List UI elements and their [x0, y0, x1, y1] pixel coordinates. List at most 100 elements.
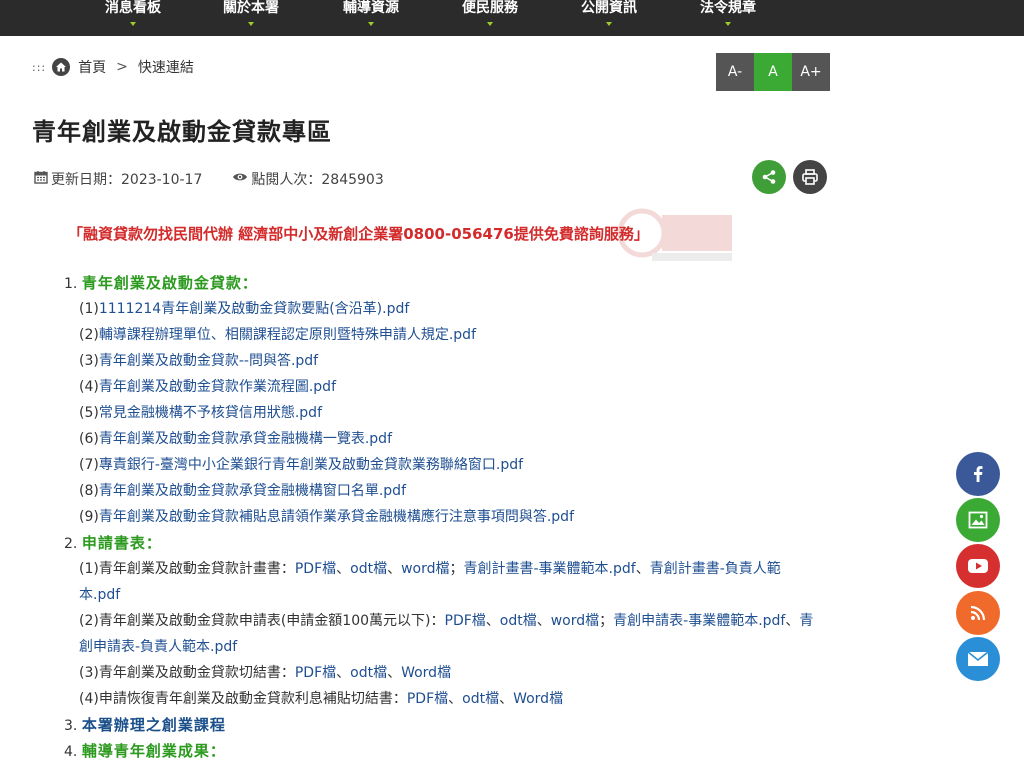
item-prefix: (3) — [79, 665, 99, 681]
pdf-link[interactable]: 青年創業及啟動金貸款作業流程圖.pdf — [99, 379, 336, 395]
nav-item-regulations[interactable]: 法令規章 — [683, 0, 773, 36]
facebook-button[interactable] — [956, 452, 1000, 496]
view-count-group: 點閱人次：2845903 — [232, 169, 384, 189]
nav-item-label: 公開資訊 — [581, 0, 637, 16]
mail-button[interactable] — [956, 637, 1000, 681]
photo-button[interactable] — [956, 498, 1000, 542]
pdf-link[interactable]: 青年創業及啟動金貸款承貸金融機構窗口名單.pdf — [99, 483, 406, 499]
section-number: 3. — [64, 718, 78, 734]
odt-link[interactable]: odt檔 — [500, 613, 537, 629]
chevron-down-icon — [606, 22, 612, 26]
nav-item-resources[interactable]: 輔導資源 — [326, 0, 416, 36]
section-number: 4. — [64, 744, 78, 760]
item-prefix: (2) — [79, 613, 99, 629]
pdf-link[interactable]: 常見金融機構不予核貸信用狀態.pdf — [99, 405, 322, 421]
rss-button[interactable] — [956, 591, 1000, 635]
separator: 、 — [635, 561, 650, 577]
list-item: (5)常見金融機構不予核貸信用狀態.pdf — [64, 400, 824, 426]
section-title: 申請書表： — [81, 534, 162, 552]
word-link[interactable]: Word檔 — [513, 691, 563, 707]
nav-item-label: 法令規章 — [700, 0, 756, 16]
section-title: 青年創業及啟動金貸款： — [81, 274, 258, 292]
updated-date: 更新日期：2023-10-17 — [51, 172, 203, 188]
item-prefix: (8) — [79, 483, 99, 499]
nav-item-label: 消息看板 — [105, 0, 161, 16]
font-size-small-button[interactable]: A- — [716, 53, 754, 91]
item-prefix: (4) — [79, 691, 99, 707]
nav-item-news[interactable]: 消息看板 — [88, 0, 178, 36]
word-link[interactable]: word檔 — [401, 561, 449, 577]
separator: 、 — [387, 561, 402, 577]
word-link[interactable]: word檔 — [551, 613, 599, 629]
item-text: 申請恢復青年創業及啟動金貸款利息補貼切結書： — [98, 691, 407, 707]
content-list: 1. 青年創業及啟動金貸款： (1)1111214青年創業及啟動金貸款要點(含沿… — [64, 270, 824, 764]
pdf-link[interactable]: PDF檔 — [295, 665, 336, 681]
nav-item-public-info[interactable]: 公開資訊 — [564, 0, 654, 36]
print-button[interactable] — [793, 160, 827, 194]
rss-icon — [970, 605, 986, 621]
top-nav: 消息看板 關於本署 輔導資源 便民服務 公開資訊 法令規章 — [0, 0, 1024, 36]
youtube-icon — [968, 559, 988, 573]
odt-link[interactable]: odt檔 — [350, 561, 387, 577]
pdf-link[interactable]: PDF檔 — [295, 561, 336, 577]
sample-link[interactable]: 青創計畫書-事業體範本.pdf — [464, 561, 636, 577]
separator: ； — [599, 613, 614, 629]
nav-item-label: 關於本署 — [223, 0, 279, 16]
separator: ； — [449, 561, 464, 577]
section-heading: 3. 本署辦理之創業課程 — [64, 712, 824, 738]
pdf-link[interactable]: 青年創業及啟動金貸款--問與答.pdf — [99, 353, 318, 369]
list-item: (1)1111214青年創業及啟動金貸款要點(含沿革).pdf — [64, 296, 824, 322]
photo-icon — [968, 511, 988, 529]
item-prefix: (3) — [79, 353, 99, 369]
section-heading: 4. 輔導青年創業成果： — [64, 738, 824, 764]
odt-link[interactable]: odt檔 — [462, 691, 499, 707]
nav-item-about[interactable]: 關於本署 — [206, 0, 296, 36]
list-item: (9)青年創業及啟動金貸款補貼息請領作業承貸金融機構應行注意事項問與答.pdf — [64, 504, 824, 530]
share-button[interactable] — [752, 160, 786, 194]
page-title: 青年創業及啟動金貸款專區 — [32, 118, 332, 146]
breadcrumb: ::: 首頁 > 快速連結 — [32, 57, 194, 77]
chevron-down-icon — [725, 22, 731, 26]
list-item: (1)青年創業及啟動金貸款計畫書：PDF檔、odt檔、word檔；青創計畫書-事… — [64, 556, 824, 608]
list-item: (4)青年創業及啟動金貸款作業流程圖.pdf — [64, 374, 824, 400]
separator: 、 — [536, 613, 551, 629]
font-size-normal-button[interactable]: A — [754, 53, 792, 91]
breadcrumb-home-link[interactable]: 首頁 — [78, 57, 106, 77]
word-link[interactable]: Word檔 — [401, 665, 451, 681]
pdf-link[interactable]: 青年創業及啟動金貸款補貼息請領作業承貸金融機構應行注意事項問與答.pdf — [99, 509, 574, 525]
list-item: (7)專責銀行-臺灣中小企業銀行青年創業及啟動金貸款業務聯絡窗口.pdf — [64, 452, 824, 478]
courses-link[interactable]: 本署辦理之創業課程 — [82, 716, 226, 734]
pdf-link[interactable]: 1111214青年創業及啟動金貸款要點(含沿革).pdf — [99, 301, 409, 317]
pdf-link[interactable]: 青年創業及啟動金貸款承貸金融機構一覽表.pdf — [99, 431, 392, 447]
youtube-button[interactable] — [956, 544, 1000, 588]
separator: 、 — [485, 613, 500, 629]
view-count: 點閱人次：2845903 — [251, 172, 384, 188]
item-text: 青年創業及啟動金貸款計畫書： — [98, 561, 295, 577]
home-icon[interactable] — [52, 58, 71, 76]
pdf-link[interactable]: PDF檔 — [407, 691, 448, 707]
item-prefix: (4) — [79, 379, 99, 395]
list-item: (2)青年創業及啟動金貸款申請表(申請金額100萬元以下)：PDF檔、odt檔、… — [64, 608, 824, 660]
pdf-link[interactable]: 專責銀行-臺灣中小企業銀行青年創業及啟動金貸款業務聯絡窗口.pdf — [99, 457, 523, 473]
section-title: 輔導青年創業成果： — [81, 742, 226, 760]
accesskey-dots[interactable]: ::: — [32, 61, 46, 74]
list-item: (6)青年創業及啟動金貸款承貸金融機構一覽表.pdf — [64, 426, 824, 452]
nav-item-services[interactable]: 便民服務 — [445, 0, 535, 36]
list-item: (3)青年創業及啟動金貸款--問與答.pdf — [64, 348, 824, 374]
calendar-icon — [34, 170, 48, 188]
pdf-link[interactable]: PDF檔 — [445, 613, 486, 629]
share-icon — [762, 170, 776, 184]
nav-item-label: 便民服務 — [462, 0, 518, 16]
font-size-controls: A- A A+ — [716, 53, 830, 91]
pdf-link[interactable]: 輔導課程辦理單位、相關課程認定原則暨特殊申請人規定.pdf — [99, 327, 476, 343]
nav-item-label: 輔導資源 — [343, 0, 399, 16]
odt-link[interactable]: odt檔 — [350, 665, 387, 681]
item-text: 青年創業及啟動金貸款申請表(申請金額100萬元以下)： — [98, 613, 445, 629]
font-size-large-button[interactable]: A+ — [792, 53, 830, 91]
chevron-down-icon — [130, 22, 136, 26]
page-meta: 更新日期：2023-10-17 點閱人次：2845903 — [34, 170, 384, 188]
separator: 、 — [448, 691, 463, 707]
sample-link[interactable]: 青創申請表-事業體範本.pdf — [613, 613, 785, 629]
breadcrumb-current[interactable]: 快速連結 — [138, 57, 194, 77]
list-item: (3)青年創業及啟動金貸款切結書：PDF檔、odt檔、Word檔 — [64, 660, 824, 686]
